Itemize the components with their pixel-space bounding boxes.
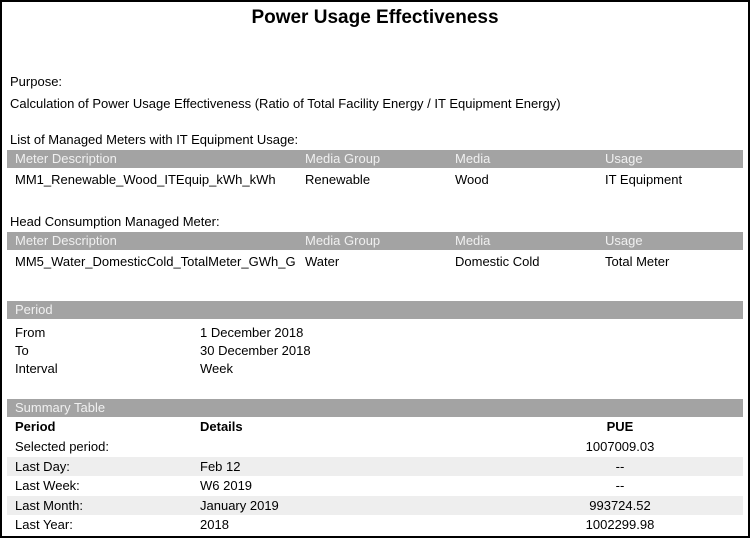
summary-header-details: Details: [200, 417, 497, 437]
head-meter-section-label: Head Consumption Managed Meter:: [10, 214, 748, 230]
header-cell-usage: Usage: [605, 232, 743, 250]
period-details: From 1 December 2018 To 30 December 2018…: [7, 324, 743, 378]
header-cell-media-group: Media Group: [305, 150, 455, 168]
summary-cell-pue: 1007009.03: [497, 437, 743, 457]
purpose-label: Purpose:: [10, 74, 748, 90]
table-row: MM1_Renewable_Wood_ITEquip_kWh_kWh Renew…: [7, 168, 743, 188]
head-meter-table-header: Meter Description Media Group Media Usag…: [7, 232, 743, 250]
period-value: 30 December 2018: [200, 342, 743, 360]
purpose-text: Calculation of Power Usage Effectiveness…: [10, 96, 748, 112]
period-section-bar: Period: [7, 301, 743, 319]
cell-media: Wood: [455, 172, 605, 188]
summary-cell-details: [200, 437, 497, 457]
summary-cell-period: Last Week:: [7, 476, 200, 496]
period-value: Week: [200, 360, 743, 378]
summary-cell-details: Feb 12: [200, 457, 497, 477]
cell-usage: Total Meter: [605, 254, 743, 270]
cell-media-group: Renewable: [305, 172, 455, 188]
period-label: To: [7, 342, 200, 360]
report-page: Power Usage Effectiveness Purpose: Calcu…: [0, 0, 750, 538]
header-cell-usage: Usage: [605, 150, 743, 168]
summary-cell-period: Selected period:: [7, 437, 200, 457]
period-row-interval: Interval Week: [7, 360, 743, 378]
cell-meter-description: MM1_Renewable_Wood_ITEquip_kWh_kWh: [7, 172, 305, 188]
head-meter-table: Meter Description Media Group Media Usag…: [2, 232, 748, 270]
summary-header-row: Period Details PUE: [7, 417, 743, 437]
summary-cell-pue: --: [497, 476, 743, 496]
summary-table: Period Details PUE Selected period: 1007…: [7, 417, 743, 535]
header-cell-media-group: Media Group: [305, 232, 455, 250]
summary-cell-pue: 1002299.98: [497, 515, 743, 535]
summary-row-last-week: Last Week: W6 2019 --: [7, 476, 743, 496]
period-value: 1 December 2018: [200, 324, 743, 342]
cell-usage: IT Equipment: [605, 172, 743, 188]
summary-row-selected-period: Selected period: 1007009.03: [7, 437, 743, 457]
meters-table-header: Meter Description Media Group Media Usag…: [7, 150, 743, 168]
summary-cell-period: Last Month:: [7, 496, 200, 516]
header-cell-meter-description: Meter Description: [7, 150, 305, 168]
page-title: Power Usage Effectiveness: [2, 2, 748, 29]
period-label: From: [7, 324, 200, 342]
summary-row-last-day: Last Day: Feb 12 --: [7, 457, 743, 477]
meters-section-label: List of Managed Meters with IT Equipment…: [10, 132, 748, 148]
summary-cell-pue: 993724.52: [497, 496, 743, 516]
summary-cell-details: January 2019: [200, 496, 497, 516]
summary-header-pue: PUE: [497, 417, 743, 437]
summary-cell-details: 2018: [200, 515, 497, 535]
period-row-to: To 30 December 2018: [7, 342, 743, 360]
period-label: Interval: [7, 360, 200, 378]
meters-table: Meter Description Media Group Media Usag…: [2, 150, 748, 188]
cell-media-group: Water: [305, 254, 455, 270]
cell-meter-description: MM5_Water_DomesticCold_TotalMeter_GWh_G: [7, 254, 305, 270]
summary-cell-period: Last Year:: [7, 515, 200, 535]
summary-cell-period: Last Day:: [7, 457, 200, 477]
summary-cell-pue: --: [497, 457, 743, 477]
table-row: MM5_Water_DomesticCold_TotalMeter_GWh_G …: [7, 250, 743, 270]
summary-section-bar: Summary Table: [7, 399, 743, 417]
header-cell-media: Media: [455, 150, 605, 168]
cell-media: Domestic Cold: [455, 254, 605, 270]
summary-row-last-month: Last Month: January 2019 993724.52: [7, 496, 743, 516]
header-cell-media: Media: [455, 232, 605, 250]
summary-cell-details: W6 2019: [200, 476, 497, 496]
period-row-from: From 1 December 2018: [7, 324, 743, 342]
header-cell-meter-description: Meter Description: [7, 232, 305, 250]
summary-row-last-year: Last Year: 2018 1002299.98: [7, 515, 743, 535]
summary-header-period: Period: [7, 417, 200, 437]
